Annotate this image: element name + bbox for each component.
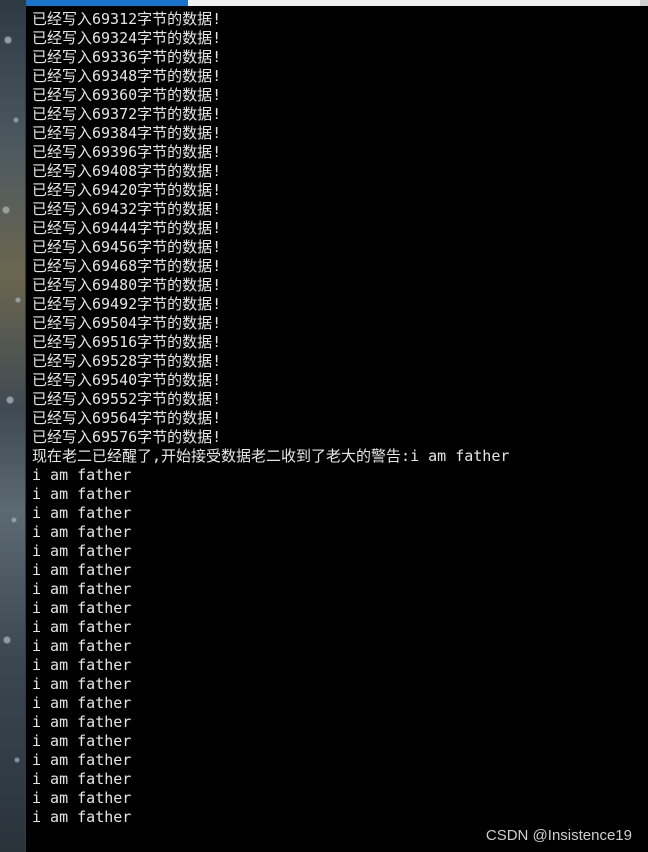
- console-line: i am father: [32, 694, 132, 712]
- console-line: i am father: [32, 675, 132, 693]
- console-line: i am father: [32, 808, 132, 826]
- console-line: i am father: [32, 580, 132, 598]
- console-line: 已经写入69528字节的数据!: [32, 352, 222, 370]
- active-tab-indicator[interactable]: [26, 0, 188, 6]
- console-line: i am father: [32, 466, 132, 484]
- console-output: 已经写入69312字节的数据! 已经写入69324字节的数据! 已经写入69336字…: [32, 10, 644, 827]
- console-line: i am father: [32, 732, 132, 750]
- console-line: 已经写入69420字节的数据!: [32, 181, 222, 199]
- watermark-text: CSDN @Insistence19: [485, 827, 632, 844]
- console-line: i am father: [32, 656, 132, 674]
- console-line: i am father: [32, 789, 132, 807]
- console-line: 已经写入69408字节的数据!: [32, 162, 222, 180]
- window-top-strip: [26, 0, 648, 6]
- window-edge: [640, 0, 648, 6]
- console-line: 已经写入69504字节的数据!: [32, 314, 222, 332]
- console-line: 已经写入69312字节的数据!: [32, 10, 222, 28]
- console-line: i am father: [32, 542, 132, 560]
- console-line: 已经写入69348字节的数据!: [32, 67, 222, 85]
- console-line: 已经写入69432字节的数据!: [32, 200, 222, 218]
- console-line: 已经写入69492字节的数据!: [32, 295, 222, 313]
- console-line: 已经写入69552字节的数据!: [32, 390, 222, 408]
- console-line: i am father: [32, 523, 132, 541]
- console-line: 已经写入69576字节的数据!: [32, 428, 222, 446]
- console-line: 已经写入69540字节的数据!: [32, 371, 222, 389]
- console-line: 已经写入69468字节的数据!: [32, 257, 222, 275]
- console-line: i am father: [32, 751, 132, 769]
- console-line: 已经写入69384字节的数据!: [32, 124, 222, 142]
- console-line: 现在老二已经醒了,开始接受数据老二收到了老大的警告:i am father: [32, 447, 510, 465]
- console-line: 已经写入69372字节的数据!: [32, 105, 222, 123]
- console-line: i am father: [32, 618, 132, 636]
- console-line: i am father: [32, 561, 132, 579]
- console-line: 已经写入69336字节的数据!: [32, 48, 222, 66]
- console-line: i am father: [32, 504, 132, 522]
- console-line: 已经写入69456字节的数据!: [32, 238, 222, 256]
- console-line: i am father: [32, 637, 132, 655]
- console-line: 已经写入69516字节的数据!: [32, 333, 222, 351]
- console-line: i am father: [32, 713, 132, 731]
- console-line: 已经写入69480字节的数据!: [32, 276, 222, 294]
- console-line: 已经写入69324字节的数据!: [32, 29, 222, 47]
- console-line: i am father: [32, 599, 132, 617]
- console-line: 已经写入69444字节的数据!: [32, 219, 222, 237]
- console-line: i am father: [32, 770, 132, 788]
- console-window[interactable]: 已经写入69312字节的数据! 已经写入69324字节的数据! 已经写入69336字…: [25, 0, 648, 852]
- console-line: 已经写入69564字节的数据!: [32, 409, 222, 427]
- console-line: i am father: [32, 485, 132, 503]
- console-line: 已经写入69360字节的数据!: [32, 86, 222, 104]
- desktop-wallpaper: [0, 0, 25, 852]
- console-line: 已经写入69396字节的数据!: [32, 143, 222, 161]
